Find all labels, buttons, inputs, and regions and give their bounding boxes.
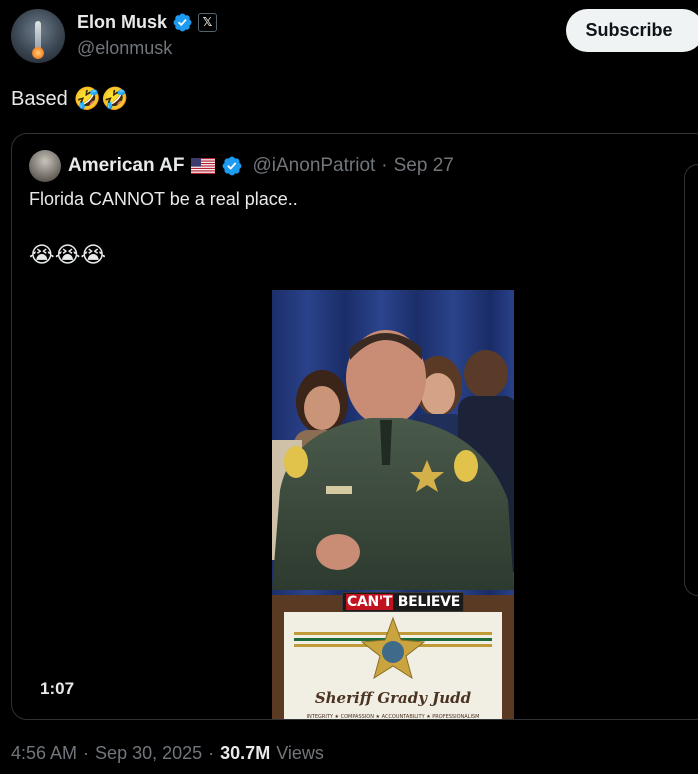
post-date[interactable]: Sep 30, 2025 xyxy=(95,743,202,764)
quoted-verified-badge-icon xyxy=(222,156,241,176)
us-flag-icon xyxy=(190,158,215,174)
video-frame-image: Sheriff Grady Judd INTEGRITY ★ COMPASSIO… xyxy=(272,290,514,720)
views-label: Views xyxy=(276,743,324,763)
quoted-author-avatar[interactable] xyxy=(29,150,61,182)
views-count[interactable]: 30.7M xyxy=(220,743,270,764)
post-text-body: Based xyxy=(11,87,68,110)
podium-name-text: Sheriff Grady Judd xyxy=(315,689,472,707)
x-affiliation-badge[interactable]: 𝕏 xyxy=(198,12,218,32)
video-duration: 1:07 xyxy=(40,679,75,698)
author-handle[interactable]: @elonmusk xyxy=(77,38,172,59)
verified-badge-icon xyxy=(173,13,192,31)
post-text: Based 🤣🤣 xyxy=(11,86,129,112)
post: Elon Musk 𝕏 @elonmusk Subscribe Based 🤣🤣… xyxy=(0,0,698,774)
caption-rest: BELIEVE xyxy=(397,594,461,610)
laughing-emoji: 🤣🤣 xyxy=(73,86,129,111)
post-meta-row: 4:56 AM · Sep 30, 2025 · 30.7M Views xyxy=(11,743,324,764)
quoted-post-date[interactable]: Sep 27 xyxy=(394,155,454,177)
post-time[interactable]: 4:56 AM xyxy=(11,743,77,764)
meta-separator: · xyxy=(83,743,90,763)
quoted-author-row: American AF @iAnonPatriot · Sep 27 xyxy=(68,154,454,178)
author-avatar[interactable] xyxy=(11,9,65,63)
author-display-name[interactable]: Elon Musk xyxy=(77,12,167,33)
caption-highlight: CAN'T xyxy=(346,594,394,610)
rocket-icon xyxy=(35,21,41,49)
podium-motto-text: INTEGRITY ★ COMPASSION ★ ACCOUNTABILITY … xyxy=(307,714,480,720)
video-player[interactable]: Sheriff Grady Judd INTEGRITY ★ COMPASSIO… xyxy=(272,290,514,720)
author-name-row: Elon Musk 𝕏 xyxy=(77,10,218,34)
meta-separator: · xyxy=(208,743,215,763)
adjacent-media-edge xyxy=(684,164,698,596)
crying-emojis: 😭😭😭 xyxy=(29,242,107,267)
quoted-author-name[interactable]: American AF xyxy=(68,155,185,177)
rocket-flame xyxy=(32,47,44,59)
video-caption: CAN'T BELIEVE xyxy=(342,592,464,612)
subscribe-button[interactable]: Subscribe xyxy=(566,9,698,52)
quoted-post-card[interactable]: American AF @iAnonPatriot · Sep 27 Flori… xyxy=(11,133,698,720)
quoted-separator: · xyxy=(381,155,388,176)
quoted-post-text: Florida CANNOT be a real place.. xyxy=(29,189,298,209)
quoted-author-handle[interactable]: @iAnonPatriot xyxy=(253,155,376,177)
